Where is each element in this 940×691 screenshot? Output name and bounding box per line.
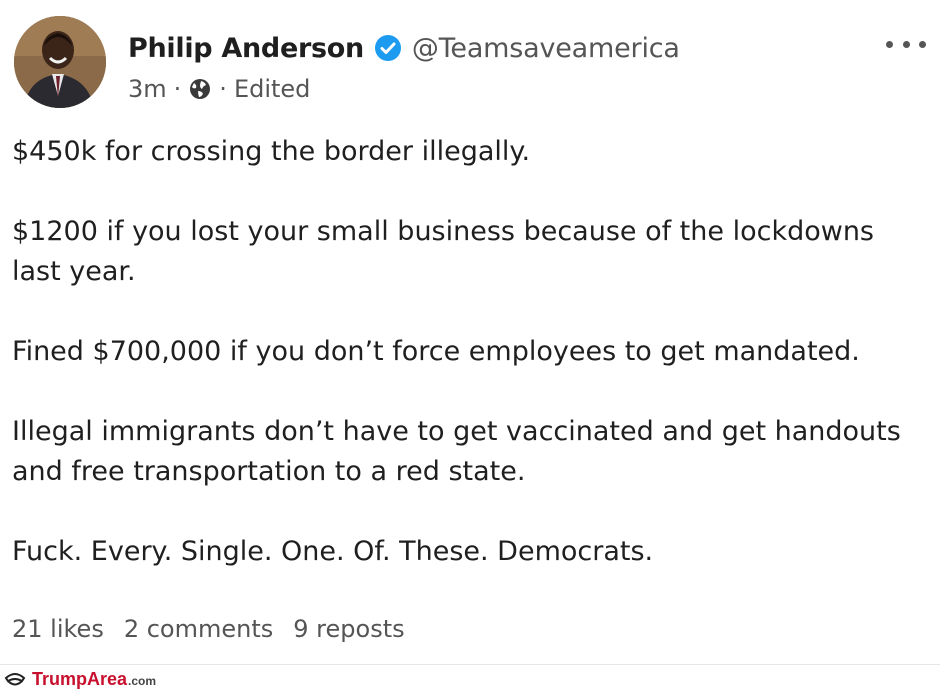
post-timestamp[interactable]: 3m (128, 75, 167, 103)
more-dot (919, 40, 926, 48)
post-stats: 21 likes 2 comments 9 reposts (12, 612, 425, 646)
more-dot (902, 40, 910, 48)
post-paragraph: Fuck. Every. Single. One. Of. These. Dem… (12, 536, 654, 567)
post-meta: 3m · · Edited (128, 74, 310, 104)
likes-count[interactable]: 21 likes (12, 615, 104, 643)
watermark-logo-icon (4, 668, 26, 690)
watermark-brand: TrumpArea (32, 668, 128, 689)
meta-separator: · (173, 75, 182, 103)
comments-count[interactable]: 2 comments (124, 615, 273, 643)
more-dot (886, 40, 893, 48)
edited-label: Edited (233, 75, 311, 103)
more-options-icon[interactable] (886, 34, 926, 54)
post-paragraph: $450k for crossing the border illegally. (12, 136, 531, 167)
post-paragraph: Fined $700,000 if you don’t force employ… (12, 336, 860, 367)
post-body: $450k for crossing the border illegally.… (12, 132, 912, 572)
meta-separator: · (219, 75, 227, 103)
globe-icon (188, 77, 212, 101)
author-name[interactable]: Philip Anderson (128, 33, 364, 64)
avatar-image (14, 16, 106, 108)
post-paragraph: Illegal immigrants don’t have to get vac… (12, 416, 901, 487)
author-handle[interactable]: @Teamsaveamerica (412, 33, 680, 64)
verified-badge-icon (374, 34, 402, 62)
reposts-count[interactable]: 9 reposts (293, 615, 404, 643)
post-header: Philip Anderson @Teamsaveamerica 3m · · … (14, 16, 926, 110)
watermark: TrumpArea .com (0, 664, 940, 691)
post-card: Philip Anderson @Teamsaveamerica 3m · · … (0, 0, 940, 664)
post-paragraph: $1200 if you lost your small business be… (12, 216, 874, 287)
avatar[interactable] (14, 16, 106, 108)
watermark-tld: .com (128, 674, 157, 688)
